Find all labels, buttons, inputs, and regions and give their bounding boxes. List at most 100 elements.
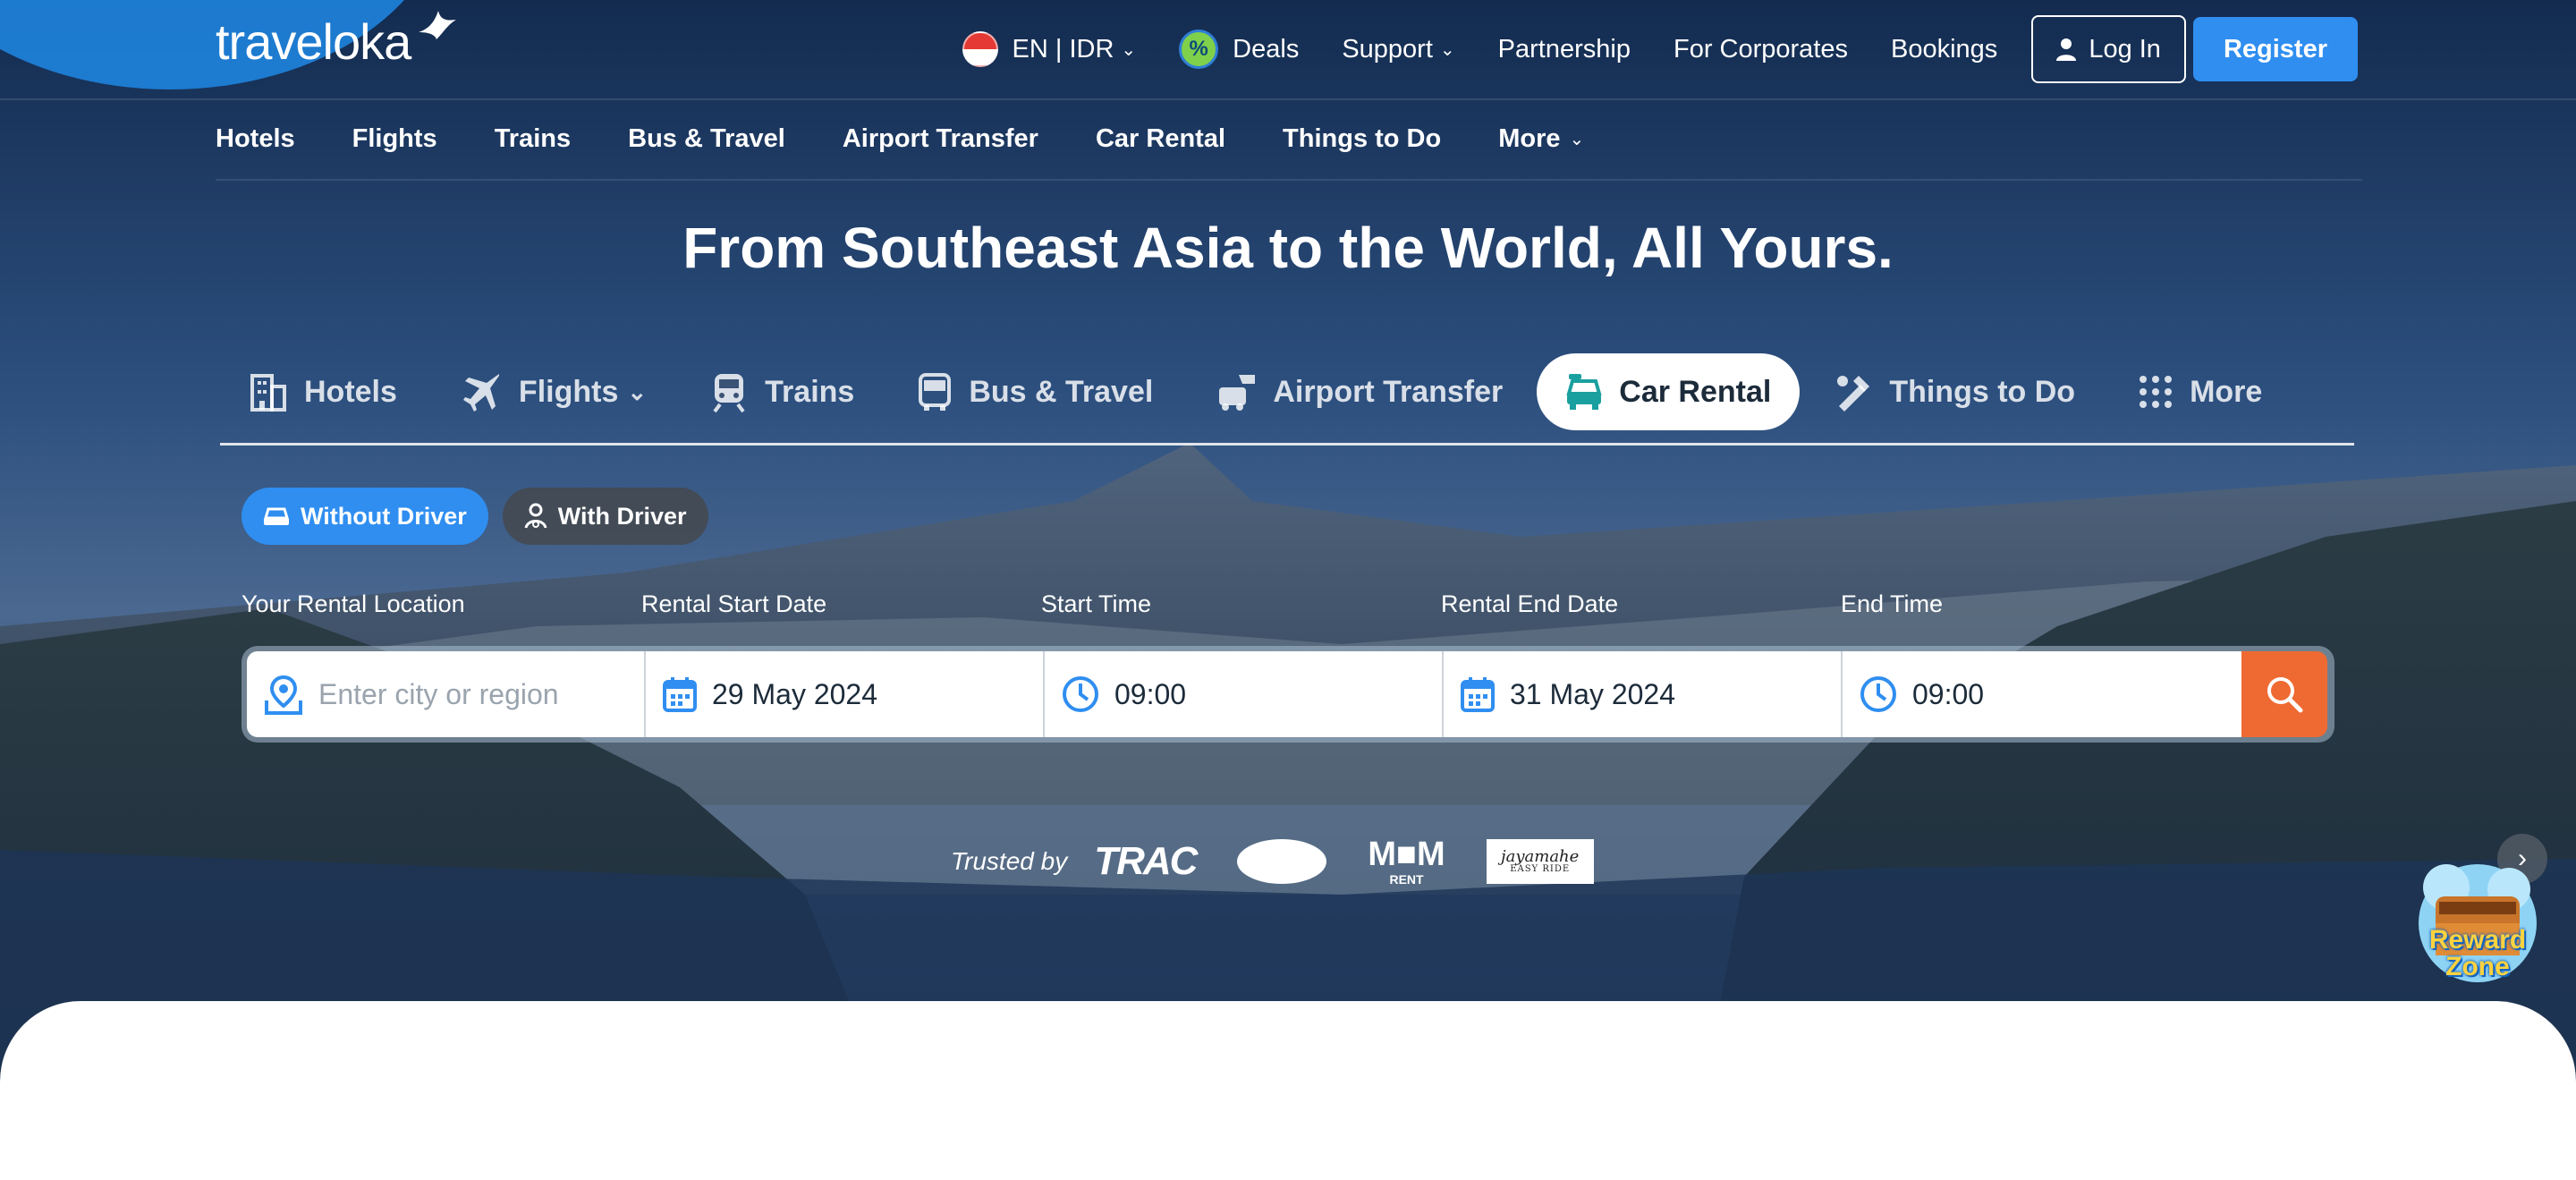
rental-end-date-field[interactable]: 31 May 2024 <box>1444 651 1843 737</box>
nav-things-to-do[interactable]: Things to Do <box>1283 124 1441 154</box>
nav-hotels[interactable]: Hotels <box>216 124 295 154</box>
language-currency-label: EN | IDR <box>1012 34 1114 64</box>
jayamahe-logo: jayamahe EASY RIDE <box>1486 839 1594 884</box>
content-panel-top <box>0 1001 2576 1180</box>
tab-car-rental-label: Car Rental <box>1619 374 1772 409</box>
tab-flights-label: Flights <box>518 374 619 409</box>
person-icon <box>2056 38 2077 61</box>
nav-airport-transfer[interactable]: Airport Transfer <box>843 124 1038 154</box>
car-icon <box>263 507 290 525</box>
nav-more[interactable]: More ⌄ <box>1498 124 1584 154</box>
start-time-value: 09:00 <box>1114 677 1187 710</box>
tab-bus-travel-label: Bus & Travel <box>969 374 1154 409</box>
driver-option-toggle: Without Driver With Driver <box>242 488 708 545</box>
category-tabs: Hotels Flights ⌄ Trains Bus & Travel Air… <box>220 353 2354 446</box>
bookings-link[interactable]: Bookings <box>1869 16 2019 82</box>
nav-bus-travel[interactable]: Bus & Travel <box>628 124 785 154</box>
for-corporates-link[interactable]: For Corporates <box>1652 16 1869 82</box>
activity-icon <box>1837 376 1870 412</box>
tab-hotels[interactable]: Hotels <box>220 353 426 430</box>
tab-flights[interactable]: Flights ⌄ <box>431 353 675 430</box>
trac-logo: TRAC <box>1094 839 1198 883</box>
nav-flights[interactable]: Flights <box>352 124 437 154</box>
percent-icon: % <box>1179 30 1219 69</box>
rental-end-date-value: 31 May 2024 <box>1510 677 1676 710</box>
mpm-logo-sub: RENT <box>1389 872 1424 887</box>
tab-airport-transfer[interactable]: Airport Transfer <box>1187 353 1531 430</box>
nav-trains[interactable]: Trains <box>495 124 571 154</box>
tab-hotels-label: Hotels <box>304 374 397 409</box>
rental-location-placeholder: Enter city or region <box>318 677 559 710</box>
without-driver-label: Without Driver <box>301 502 467 530</box>
product-navigation: Hotels Flights Trains Bus & Travel Airpo… <box>216 98 2362 181</box>
deals-label: Deals <box>1233 34 1300 64</box>
jayamahe-logo-sub: EASY RIDE <box>1510 864 1571 874</box>
bus-icon <box>919 373 952 411</box>
login-label: Log In <box>2089 34 2161 64</box>
support-menu[interactable]: Support ⌄ <box>1320 16 1476 82</box>
start-time-label: Start Time <box>1041 590 1152 617</box>
end-date-label: Rental End Date <box>1441 590 1619 617</box>
chevron-down-icon: ⌄ <box>1569 129 1585 149</box>
grid-icon <box>2140 376 2173 408</box>
hero-headline: From Southeast Asia to the World, All Yo… <box>682 216 1894 280</box>
support-label: Support <box>1342 34 1433 64</box>
deals-link[interactable]: % Deals <box>1157 16 1320 82</box>
partner-oval-logo <box>1237 839 1327 884</box>
tab-things-to-do-label: Things to Do <box>1889 374 2076 409</box>
mpm-logo-mark: M■M <box>1368 836 1445 873</box>
map-pin-icon <box>265 675 302 715</box>
reward-zone-label[interactable]: Reward Zone <box>2415 927 2540 981</box>
trusted-by-row: Trusted by TRAC M■M RENT jayamahe EASY R… <box>951 837 1635 886</box>
car-rental-search-bar: Enter city or region 29 May 2024 09:00 3… <box>242 646 2334 743</box>
language-currency-selector[interactable]: EN | IDR ⌄ <box>941 16 1158 82</box>
traveloka-logo[interactable]: traveloka <box>216 13 411 71</box>
register-button[interactable]: Register <box>2192 17 2358 81</box>
rental-start-date-field[interactable]: 29 May 2024 <box>646 651 1045 737</box>
nav-more-label: More <box>1498 123 1561 153</box>
end-time-value: 09:00 <box>1912 677 1985 710</box>
tab-more-label: More <box>2190 374 2263 409</box>
search-form-labels: Your Rental Location Rental Start Date S… <box>242 590 2334 618</box>
login-button[interactable]: Log In <box>2031 15 2186 83</box>
tab-trains-label: Trains <box>765 374 855 409</box>
calendar-icon <box>663 677 697 712</box>
location-label: Your Rental Location <box>242 590 465 617</box>
airport-transfer-icon <box>1219 375 1256 411</box>
start-date-label: Rental Start Date <box>641 590 827 617</box>
rental-start-date-value: 29 May 2024 <box>712 677 878 710</box>
tab-trains[interactable]: Trains <box>681 353 883 430</box>
tab-things-to-do[interactable]: Things to Do <box>1805 353 2104 430</box>
mpm-rent-logo: M■M RENT <box>1368 837 1445 886</box>
car-icon <box>1566 374 1602 410</box>
plane-icon <box>462 374 499 412</box>
without-driver-button[interactable]: Without Driver <box>242 488 488 545</box>
trusted-by-label: Trusted by <box>951 847 1068 875</box>
with-driver-label: With Driver <box>557 502 687 530</box>
chevron-down-icon: ⌄ <box>1121 39 1137 60</box>
tab-car-rental[interactable]: Car Rental <box>1537 353 1801 430</box>
indonesia-flag-icon <box>962 31 998 67</box>
reward-zone-line2: Zone <box>2445 952 2510 981</box>
clock-icon <box>1860 676 1896 712</box>
tab-airport-transfer-label: Airport Transfer <box>1273 374 1504 409</box>
start-time-field[interactable]: 09:00 <box>1045 651 1444 737</box>
clock-icon <box>1063 676 1098 712</box>
tab-more[interactable]: More <box>2109 353 2291 430</box>
driver-icon <box>524 503 547 529</box>
search-icon <box>2267 677 2303 713</box>
rental-location-field[interactable]: Enter city or region <box>247 651 646 737</box>
with-driver-button[interactable]: With Driver <box>502 488 708 545</box>
nav-car-rental[interactable]: Car Rental <box>1096 124 1225 154</box>
search-button[interactable] <box>2241 651 2327 737</box>
tab-bus-travel[interactable]: Bus & Travel <box>888 353 1182 430</box>
partnership-link[interactable]: Partnership <box>1477 16 1652 82</box>
end-time-label: End Time <box>1841 590 1944 617</box>
chevron-down-icon: ⌄ <box>627 378 648 405</box>
top-bar: traveloka EN | IDR ⌄ % Deals Support ⌄ P… <box>0 0 2576 100</box>
chevron-down-icon: ⌄ <box>1439 39 1455 60</box>
calendar-icon <box>1461 677 1495 712</box>
train-icon <box>713 374 745 413</box>
end-time-field[interactable]: 09:00 <box>1843 651 2241 737</box>
bird-logo-icon <box>419 11 456 39</box>
